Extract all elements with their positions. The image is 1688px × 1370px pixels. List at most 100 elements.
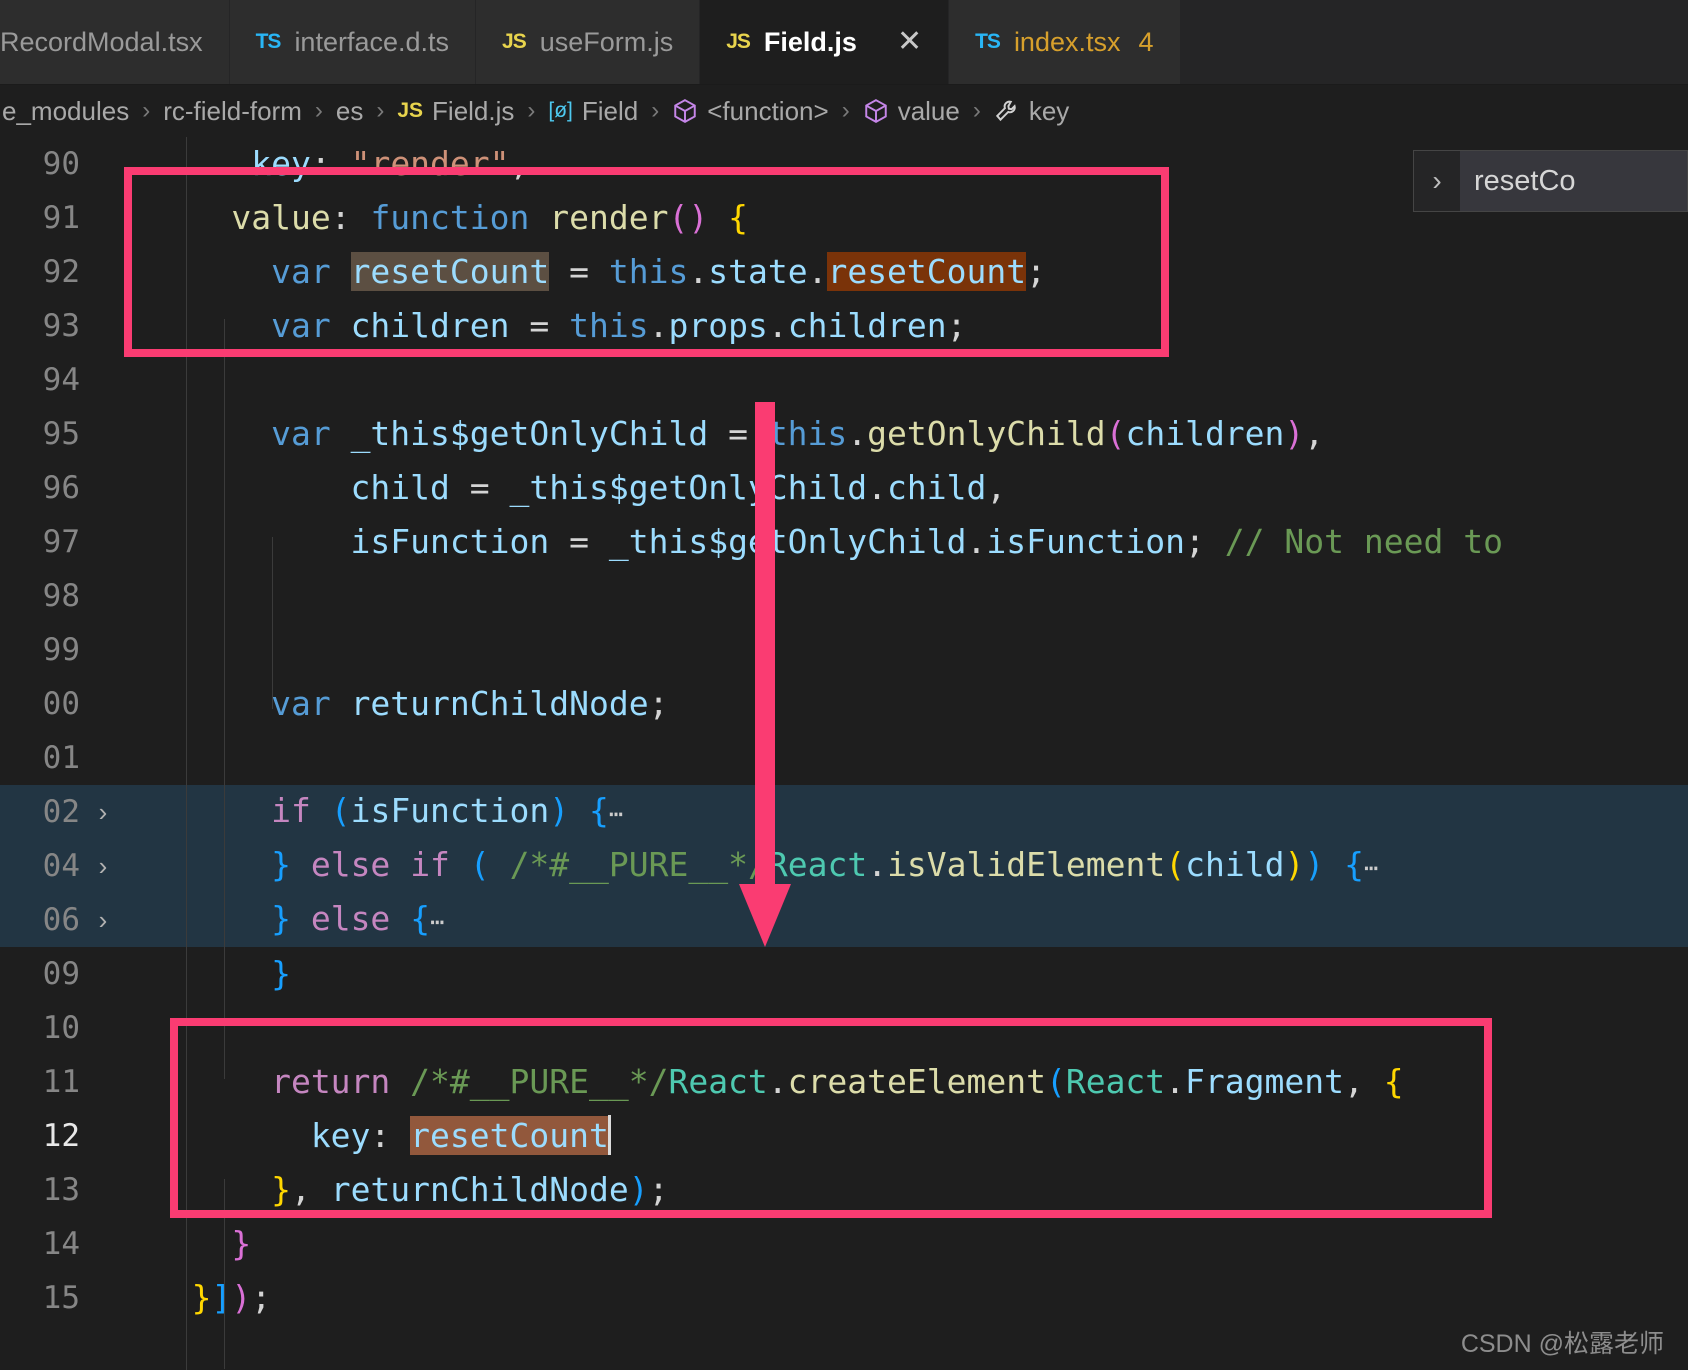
line-content: [124, 623, 152, 677]
line-content: [124, 1001, 152, 1055]
breadcrumb-label: Field.js: [432, 95, 515, 126]
code-line[interactable]: 97 isFunction = _this$getOnlyChild.isFun…: [0, 515, 1688, 569]
code-line[interactable]: 12 key: resetCount: [0, 1109, 1688, 1163]
line-number: 10: [42, 1010, 80, 1046]
line-content: [124, 731, 152, 785]
fold-toggle[interactable]: ›: [82, 839, 124, 893]
code-line[interactable]: 93 var children = this.props.children;: [0, 299, 1688, 353]
code-line[interactable]: 00 var returnChildNode;: [0, 677, 1688, 731]
line-number: 12: [42, 1118, 80, 1154]
code-line[interactable]: 13 }, returnChildNode);: [0, 1163, 1688, 1217]
code-line[interactable]: 01: [0, 731, 1688, 785]
line-content: }, returnChildNode);: [271, 1170, 669, 1209]
line-number: 96: [42, 470, 80, 506]
breadcrumb-item-field-symbol[interactable]: [ø] Field: [546, 96, 640, 127]
code-line[interactable]: 92 var resetCount = this.state.resetCoun…: [0, 245, 1688, 299]
tab-label: Field.js: [763, 26, 857, 57]
tab-recordmodal-tsx[interactable]: RecordModal.tsx: [0, 0, 230, 84]
line-content: key: resetCount: [310, 1115, 611, 1155]
tab-useform-js[interactable]: JS useForm.js: [476, 0, 701, 84]
code-line[interactable]: 96 child = _this$getOnlyChild.child,: [0, 461, 1688, 515]
line-content: child = _this$getOnlyChild.child,: [350, 468, 1007, 507]
line-content: }]);: [191, 1278, 272, 1317]
code-line[interactable]: 02 › if (isFunction) {⋯: [0, 785, 1688, 839]
breadcrumb-label: key: [1028, 95, 1070, 126]
line-content: var returnChildNode;: [271, 684, 669, 723]
tab-interface-d-ts[interactable]: TS interface.d.ts: [229, 0, 477, 84]
line-content: }: [231, 1224, 252, 1263]
editor-tab-bar: RecordModal.tsx TS interface.d.ts JS use…: [0, 0, 1688, 85]
breadcrumb-label: e_modules: [2, 95, 130, 126]
tab-field-js[interactable]: JS Field.js ✕: [700, 0, 950, 84]
code-editor[interactable]: 90 key: "render", 91 value: function ren…: [0, 137, 1688, 1370]
breadcrumb-label: <function>: [707, 95, 829, 126]
code-line[interactable]: 15 }]);: [0, 1271, 1688, 1325]
breadcrumb-item-key[interactable]: key: [992, 96, 1071, 127]
occurrence-highlight-write: resetCount: [827, 252, 1027, 291]
suggestion-item[interactable]: resetCo: [1460, 151, 1687, 211]
breadcrumb-separator: ›: [376, 97, 385, 124]
breadcrumb-item-field-js[interactable]: JS Field.js: [395, 96, 516, 127]
cube-icon: [863, 97, 889, 125]
line-number: 90: [42, 146, 80, 182]
line-content: if (isFunction) {⋯: [271, 790, 624, 830]
tab-index-tsx[interactable]: TS index.tsx 4: [949, 0, 1181, 84]
breadcrumb-separator: ›: [314, 97, 323, 124]
breadcrumb-item-node-modules[interactable]: e_modules: [0, 96, 131, 127]
line-number: 04: [42, 848, 80, 884]
wrench-icon: [994, 97, 1020, 125]
code-line[interactable]: 98: [0, 569, 1688, 623]
line-number: 91: [42, 200, 80, 236]
code-line[interactable]: 94: [0, 353, 1688, 407]
breadcrumb-item-value[interactable]: value: [861, 96, 962, 127]
breadcrumb-item-function[interactable]: <function>: [670, 96, 830, 127]
code-line[interactable]: 14 }: [0, 1217, 1688, 1271]
code-line[interactable]: 04 › } else if ( /*#__PURE__*/React.isVa…: [0, 839, 1688, 893]
tab-bar-filler: [1180, 0, 1688, 84]
typescript-file-icon: TS: [975, 30, 1001, 53]
code-line[interactable]: 10: [0, 1001, 1688, 1055]
tab-label: useForm.js: [539, 26, 674, 57]
line-number: 02: [42, 794, 80, 830]
line-number: 99: [42, 632, 80, 668]
code-line[interactable]: 06 › } else {⋯: [0, 893, 1688, 947]
tab-label: index.tsx: [1013, 26, 1121, 57]
line-number: 14: [42, 1226, 80, 1262]
chevron-right-icon[interactable]: ›: [1414, 165, 1460, 197]
breadcrumb-separator: ›: [651, 97, 660, 124]
line-content: isFunction = _this$getOnlyChild.isFuncti…: [350, 522, 1503, 561]
code-line[interactable]: 11 return /*#__PURE__*/React.createEleme…: [0, 1055, 1688, 1109]
code-line[interactable]: 09 }: [0, 947, 1688, 1001]
javascript-file-icon: JS: [726, 30, 751, 53]
cube-icon: [672, 97, 698, 125]
breadcrumb-label: rc-field-form: [163, 95, 302, 126]
line-content: }: [271, 954, 291, 993]
line-number: 01: [42, 740, 80, 776]
line-content: return /*#__PURE__*/React.createElement(…: [271, 1062, 1404, 1101]
line-number: 98: [42, 578, 80, 614]
breadcrumb-separator: ›: [972, 97, 981, 124]
tab-label: interface.d.ts: [294, 26, 450, 57]
close-icon[interactable]: ✕: [897, 27, 922, 57]
line-content: } else {⋯: [271, 898, 445, 938]
line-number: 13: [42, 1172, 80, 1208]
line-content: var children = this.props.children;: [271, 306, 967, 345]
code-lines-container: 90 key: "render", 91 value: function ren…: [0, 137, 1688, 1370]
tab-problem-count-badge: 4: [1138, 26, 1154, 57]
typescript-file-icon: TS: [255, 30, 282, 53]
suggestion-popup[interactable]: › resetCo: [1413, 150, 1688, 212]
line-content: [124, 353, 152, 407]
fold-toggle[interactable]: ›: [82, 785, 124, 839]
breadcrumb-label: Field: [581, 95, 639, 126]
code-line[interactable]: 95 var _this$getOnlyChild = this.getOnly…: [0, 407, 1688, 461]
javascript-file-icon: JS: [502, 30, 527, 53]
line-content: value: function render() {: [231, 198, 748, 237]
breadcrumb-item-rc-field-form[interactable]: rc-field-form: [161, 96, 304, 127]
code-line[interactable]: 99: [0, 623, 1688, 677]
breadcrumb-item-es[interactable]: es: [334, 96, 365, 127]
occurrence-highlight-read: resetCount: [350, 252, 550, 291]
line-content: var _this$getOnlyChild = this.getOnlyChi…: [271, 414, 1325, 453]
fold-toggle[interactable]: ›: [82, 893, 124, 947]
js-file-icon: JS: [397, 99, 424, 122]
interface-icon: [ø]: [548, 99, 573, 122]
